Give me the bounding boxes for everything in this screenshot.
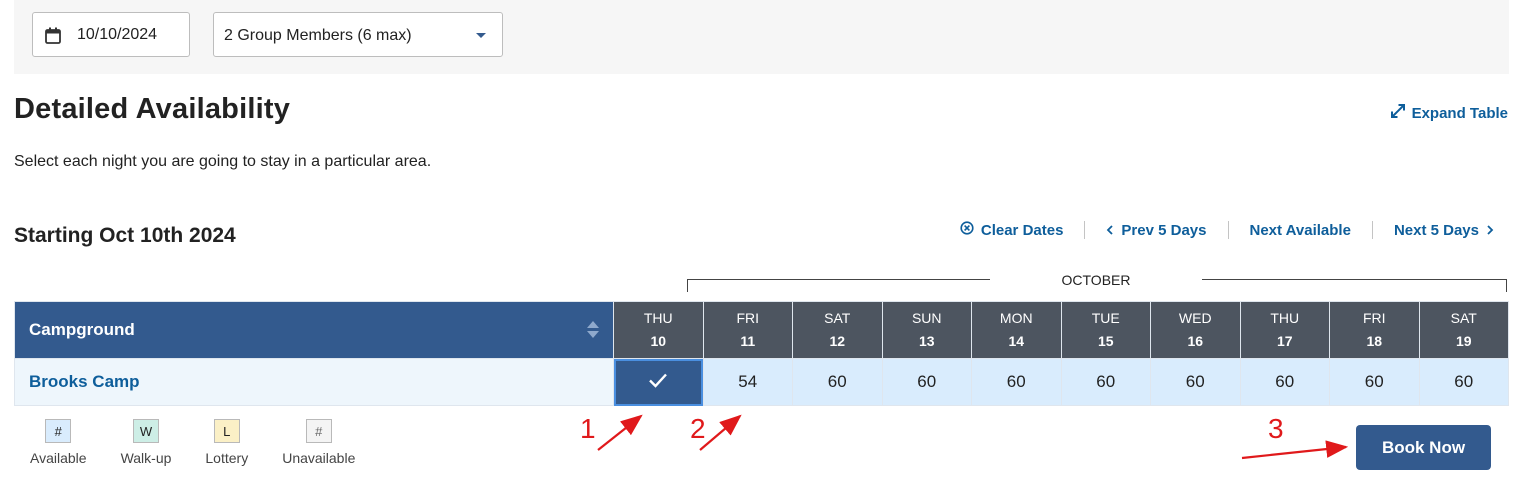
date-value: 10/10/2024 [77,26,158,43]
sort-icon[interactable] [587,321,599,338]
availability-cell-selected[interactable] [613,358,704,406]
day-header: SUN 13 [881,301,972,359]
expand-table-link[interactable]: Expand Table [1390,103,1508,123]
legend-item-available: # Available [30,419,87,466]
clear-circle-icon [960,221,974,239]
page-title: Detailed Availability [14,93,291,125]
checkmark-icon [647,373,669,393]
instructions-text: Select each night you are going to stay … [14,153,432,170]
day-header: SAT 19 [1418,301,1509,359]
legend-label: Available [30,450,87,466]
legend-swatch: L [213,419,240,443]
chevron-right-icon [1486,222,1494,239]
day-header: THU 17 [1239,301,1330,359]
legend-swatch: # [305,419,332,443]
availability-cell[interactable]: 60 [971,358,1062,406]
day-header: THU 10 [613,301,704,359]
availability-cell[interactable]: 54 [702,358,793,406]
starting-date-heading: Starting Oct 10th 2024 [14,224,236,247]
expand-table-label: Expand Table [1411,104,1508,122]
day-header: MON 14 [971,301,1062,359]
clear-dates-link[interactable]: Clear Dates [939,220,1085,240]
table-header-row: Campground THU 10 FRI 11 SAT 12 SUN 13 MON 14… [14,301,1509,359]
legend-label: Walk-up [120,450,172,466]
month-label: OCTOBER [990,272,1202,288]
availability-cell[interactable]: 60 [881,358,972,406]
legend-label: Lottery [205,450,249,466]
legend-item-lottery: L Lottery [205,419,248,466]
table-row: Brooks Camp 54 60 60 60 60 60 60 60 60 [14,358,1509,406]
day-header: TUE 15 [1060,301,1151,359]
next-5-days-label: Next 5 Days [1393,221,1479,239]
expand-icon [1390,103,1406,123]
group-members-value: 2 Group Members (6 max) [224,27,412,44]
search-filter-bar: 10/10/2024 2 Group Members (6 max) [14,0,1509,74]
availability-cell[interactable]: 60 [792,358,883,406]
next-available-link[interactable]: Next Available [1229,220,1372,240]
day-header: WED 16 [1150,301,1241,359]
legend-label: Unavailable [282,450,356,466]
annotation-arrow-1 [597,414,643,451]
availability-cell[interactable]: 60 [1329,358,1420,406]
date-picker-input[interactable]: 10/10/2024 [32,12,190,57]
legend-item-walk-up: W Walk-up [120,419,172,466]
annotation-step-2: 2 [690,413,706,444]
legend-item-unavailable: # Unavailable [282,419,355,466]
campground-column-header[interactable]: Campground [14,301,614,359]
day-header: SAT 12 [792,301,883,359]
campground-header-label: Campground [29,320,135,339]
next-5-days-link[interactable]: Next 5 Days [1373,220,1502,240]
availability-cell[interactable]: 60 [1239,358,1330,406]
availability-cell[interactable]: 60 [1418,358,1509,406]
annotation-arrow-2 [699,414,742,451]
availability-cell[interactable]: 60 [1060,358,1151,406]
annotation-step-1: 1 [580,413,596,444]
book-now-button[interactable]: Book Now [1356,425,1491,470]
group-members-select[interactable]: 2 Group Members (6 max) [213,12,503,57]
date-navigation: Clear Dates Prev 5 Days Next Available N… [939,220,1502,240]
availability-cell[interactable]: 60 [1150,358,1241,406]
availability-legend: # Available W Walk-up L Lottery # Unavai… [30,419,389,466]
next-available-label: Next Available [1249,221,1351,239]
chevron-left-icon [1106,222,1114,239]
day-header: FRI 11 [702,301,793,359]
annotation-step-3: 3 [1268,413,1284,444]
dropdown-caret-icon [476,33,486,38]
day-header: FRI 18 [1329,301,1420,359]
prev-5-days-link[interactable]: Prev 5 Days [1085,220,1227,240]
availability-table: Campground THU 10 FRI 11 SAT 12 SUN 13 MON 14… [14,301,1509,406]
legend-swatch: # [45,419,72,443]
legend-swatch: W [132,419,159,443]
calendar-icon[interactable] [45,27,61,49]
annotation-arrow-3 [1241,440,1349,460]
clear-dates-label: Clear Dates [980,221,1064,239]
campground-name-link[interactable]: Brooks Camp [14,358,614,406]
prev-5-days-label: Prev 5 Days [1121,221,1207,239]
